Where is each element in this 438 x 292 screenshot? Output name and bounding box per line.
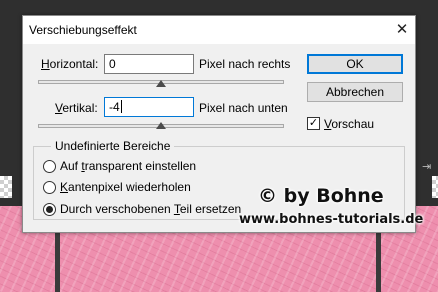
dialog-titlebar[interactable]: Verschiebungseffekt ✕ [23, 16, 415, 44]
radio-repeat-edge-label[interactable]: Kantenpixel wiederholen [60, 180, 191, 194]
radio-transparent-label[interactable]: Auf transparent einstellen [60, 159, 196, 173]
option-text: eil ersetzen [179, 202, 242, 216]
horizontal-input-value: 0 [109, 57, 116, 71]
vertical-slider-thumb[interactable] [156, 122, 166, 129]
radio-wrap-around-label[interactable]: Durch verschobenen Teil ersetzen [60, 202, 241, 216]
vertical-input-value: -4 [109, 100, 120, 114]
radio-repeat-edge[interactable] [43, 181, 56, 194]
vertical-input[interactable]: -4 [104, 97, 194, 117]
preview-label[interactable]: Vorschau [324, 117, 374, 131]
watermark-copyright: © by Bohne [258, 185, 384, 207]
option-text: Auf [60, 159, 82, 173]
horizontal-unit-label: Pixel nach rechts [199, 57, 291, 71]
preview-label-rest: orschau [331, 117, 375, 131]
horizontal-label-accel: H [41, 57, 50, 71]
option-text: ransparent einstellen [84, 159, 197, 173]
horizontal-slider-thumb[interactable] [156, 80, 166, 87]
ok-button[interactable]: OK [307, 54, 403, 74]
check-icon: ✓ [308, 117, 319, 129]
dialog-title: Verschiebungseffekt [29, 23, 137, 37]
undefined-areas-title: Undefinierte Bereiche [51, 139, 175, 153]
watermark-url: www.bohnes-tutorials.de [239, 212, 424, 227]
close-icon[interactable]: ✕ [390, 18, 414, 42]
vertical-unit-label: Pixel nach unten [199, 101, 288, 115]
horizontal-label: Horizontal: [41, 57, 98, 71]
transparency-checker [0, 176, 12, 198]
option-text: antenpixel wiederholen [68, 180, 191, 194]
transparency-checker [432, 176, 438, 198]
horizontal-label-rest: orizontal: [49, 57, 99, 71]
option-accel: K [60, 180, 69, 194]
cancel-button[interactable]: Abbrechen [307, 82, 403, 102]
option-text: Durch verschobenen [60, 202, 174, 216]
radio-transparent[interactable] [43, 160, 56, 173]
horizontal-input[interactable]: 0 [104, 54, 194, 74]
vertical-label: Vertikal: [55, 101, 98, 115]
preview-checkbox[interactable]: ✓ [307, 117, 320, 130]
vertical-label-rest: ertikal: [62, 101, 98, 115]
text-caret [120, 100, 122, 113]
panel-arrow-icon: ⇥ [422, 161, 432, 173]
radio-wrap-around[interactable] [43, 203, 56, 216]
